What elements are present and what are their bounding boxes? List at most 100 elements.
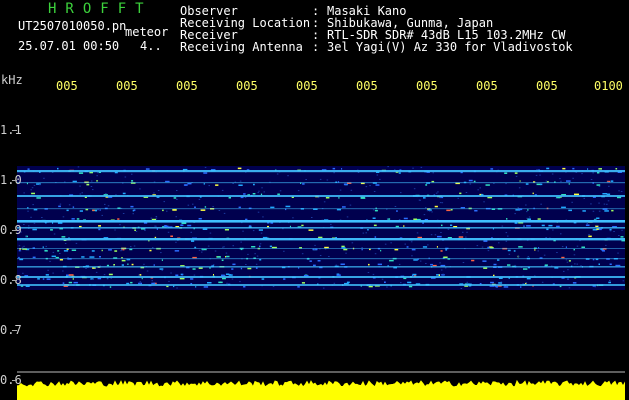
noise-speck: [541, 281, 544, 283]
noise-speck: [97, 277, 102, 280]
noise-speck: [336, 274, 341, 276]
noise-speck: [441, 202, 444, 204]
noise-speck: [501, 225, 504, 227]
noise-speck: [252, 193, 256, 195]
noise-speck: [247, 253, 249, 255]
noise-speck: [587, 168, 589, 170]
noise-speck: [36, 197, 41, 199]
noise-speck: [568, 183, 570, 185]
noise-speck: [207, 282, 212, 284]
noise-speck: [285, 205, 291, 208]
noise-speck: [47, 269, 49, 271]
noise-speck: [396, 210, 398, 212]
carrier-line: [17, 276, 625, 278]
noise-speck: [540, 203, 542, 205]
noise-speck: [436, 246, 438, 248]
noise-speck: [25, 236, 27, 238]
noise-speck: [437, 191, 439, 193]
noise-speck: [79, 193, 82, 195]
noise-speck: [567, 269, 569, 271]
noise-speck: [446, 209, 451, 212]
noise-speck: [260, 232, 263, 234]
noise-speck: [471, 259, 475, 262]
noise-speck: [583, 197, 585, 199]
noise-speck: [555, 197, 558, 199]
y-tick-mark: [12, 280, 17, 281]
noise-speck: [221, 259, 224, 261]
noise-speck: [287, 175, 289, 177]
noise-speck: [428, 209, 432, 211]
noise-speck: [153, 264, 155, 266]
noise-speck: [19, 250, 22, 252]
noise-speck: [138, 274, 140, 276]
noise-speck: [91, 278, 93, 280]
noise-speck: [333, 282, 336, 284]
y-tick-label: 0.6: [0, 373, 22, 387]
carrier-line: [17, 170, 625, 173]
noise-speck: [258, 229, 263, 231]
noise-speck: [572, 167, 575, 170]
noise-speck: [76, 218, 80, 220]
noise-speck: [167, 231, 170, 233]
noise-speck: [482, 260, 487, 262]
y-tick-label: 0.7: [0, 323, 22, 337]
noise-speck: [398, 172, 401, 174]
noise-speck: [31, 187, 34, 189]
noise-speck: [609, 228, 612, 231]
noise-speck: [223, 246, 225, 248]
noise-speck: [175, 216, 177, 218]
waterfall-spectrogram: [17, 100, 625, 400]
noise-speck: [330, 223, 332, 225]
noise-speck: [134, 229, 136, 231]
noise-speck: [605, 244, 607, 246]
noise-speck: [203, 172, 208, 174]
noise-speck: [33, 184, 36, 186]
noise-speck: [244, 197, 247, 198]
noise-speck: [219, 281, 222, 283]
noise-speck: [155, 216, 158, 217]
noise-speck: [602, 250, 605, 252]
noise-speck: [515, 175, 518, 177]
noise-speck: [462, 262, 465, 263]
noise-speck: [99, 256, 101, 258]
noise-speck: [609, 280, 611, 281]
noise-speck: [272, 285, 275, 287]
noise-speck: [101, 214, 103, 216]
noise-speck: [537, 250, 539, 252]
noise-speck: [621, 229, 623, 231]
y-tick-mark: [12, 380, 17, 381]
noise-speck: [434, 205, 438, 208]
noise-speck: [198, 198, 201, 200]
noise-speck: [556, 225, 560, 228]
noise-speck: [221, 274, 226, 277]
noise-speck: [301, 282, 305, 284]
noise-speck: [43, 177, 45, 179]
noise-speck: [425, 184, 428, 186]
noise-speck: [559, 178, 561, 180]
noise-speck: [57, 250, 60, 252]
noise-speck: [447, 228, 450, 230]
noise-speck: [514, 213, 516, 215]
noise-speck: [228, 197, 231, 199]
noise-speck: [224, 229, 229, 231]
noise-speck: [609, 263, 612, 265]
noise-speck: [262, 216, 264, 218]
noise-speck: [495, 286, 498, 288]
noise-speck: [432, 172, 434, 174]
noise-speck: [560, 180, 562, 182]
noise-speck: [493, 274, 495, 277]
noise-speck: [460, 288, 463, 289]
noise-speck: [23, 224, 25, 225]
noise-speck: [247, 267, 252, 270]
noise-speck: [190, 278, 194, 280]
noise-speck: [565, 246, 567, 248]
noise-speck: [386, 286, 388, 288]
noise-speck: [132, 213, 134, 215]
noise-speck: [156, 228, 158, 230]
noise-speck: [130, 205, 134, 208]
noise-speck: [297, 286, 300, 288]
noise-speck: [59, 253, 61, 254]
carrier-line: [17, 266, 625, 268]
noise-speck: [368, 285, 373, 288]
noise-speck: [213, 274, 214, 276]
